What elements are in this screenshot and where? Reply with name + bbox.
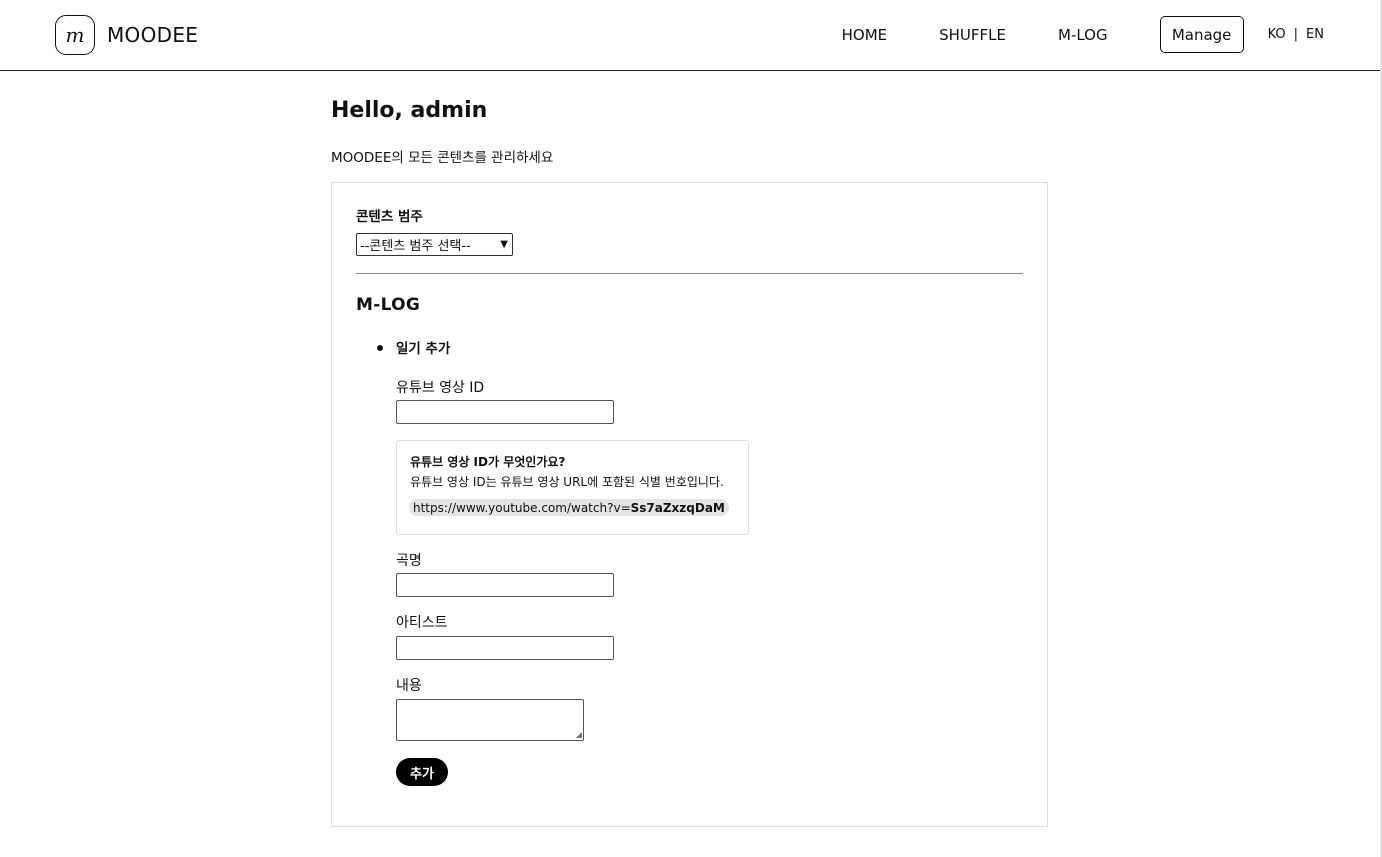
song-title-label: 곡명 xyxy=(396,553,422,569)
nav-shuffle-link[interactable]: SHUFFLE xyxy=(939,26,1006,44)
main-nav: HOME SHUFFLE M-LOG Manage KO | EN xyxy=(842,16,1324,53)
page-subtitle: MOODEE의 모든 콘텐츠를 관리하세요 xyxy=(331,150,554,166)
example-url: https://www.youtube.com/watch?v= Ss7aZxzq… xyxy=(409,499,729,516)
lang-separator: | xyxy=(1293,27,1299,42)
category-select[interactable]: --콘텐츠 범주 선택-- ▼ xyxy=(356,233,513,256)
bullet-icon xyxy=(377,345,383,351)
section-divider xyxy=(356,273,1023,274)
nav-home-link[interactable]: HOME xyxy=(842,26,888,44)
help-description: 유튜브 영상 ID는 유튜브 영상 URL에 포함된 식별 번호입니다. xyxy=(410,475,724,489)
language-switcher: KO | EN xyxy=(1268,27,1324,42)
artist-input[interactable] xyxy=(396,636,614,660)
manage-button[interactable]: Manage xyxy=(1159,16,1244,53)
lang-ko-link[interactable]: KO xyxy=(1268,27,1286,42)
song-title-input[interactable] xyxy=(396,573,614,597)
content-label: 내용 xyxy=(396,678,422,694)
list-item-add-diary: 일기 추가 xyxy=(396,341,451,357)
example-url-prefix: https://www.youtube.com/watch?v= xyxy=(413,500,631,515)
logo[interactable]: m MOODEE xyxy=(55,15,198,55)
site-header: m MOODEE HOME SHUFFLE M-LOG Manage KO | … xyxy=(0,0,1382,71)
category-label: 콘텐츠 범주 xyxy=(356,209,423,225)
lang-en-link[interactable]: EN xyxy=(1306,27,1324,42)
artist-label: 아티스트 xyxy=(396,615,448,631)
add-button[interactable]: 추가 xyxy=(396,758,448,786)
main-content: Hello, admin MOODEE의 모든 콘텐츠를 관리하세요 콘텐츠 범… xyxy=(331,98,1048,827)
section-title: M-LOG xyxy=(356,295,421,315)
content-textarea[interactable]: ◢ xyxy=(396,699,584,741)
video-id-help-box: 유튜브 영상 ID가 무엇인가요? 유튜브 영상 ID는 유튜브 영상 URL에… xyxy=(396,440,749,535)
content-panel: 콘텐츠 범주 --콘텐츠 범주 선택-- ▼ M-LOG 일기 추가 유튜브 영… xyxy=(331,182,1048,827)
example-url-id: Ss7aZxzqDaM xyxy=(630,500,725,515)
nav-mlog-link[interactable]: M-LOG xyxy=(1058,26,1108,44)
logo-mark-icon: m xyxy=(55,15,95,55)
page-title: Hello, admin xyxy=(331,98,488,123)
category-selected-value: --콘텐츠 범주 선택-- xyxy=(360,239,471,254)
video-id-input[interactable] xyxy=(396,400,614,424)
logo-text: MOODEE xyxy=(107,23,199,47)
chevron-down-icon: ▼ xyxy=(500,239,508,250)
resize-handle-icon[interactable]: ◢ xyxy=(576,731,582,739)
help-title: 유튜브 영상 ID가 무엇인가요? xyxy=(410,455,566,469)
video-id-label: 유튜브 영상 ID xyxy=(396,380,485,396)
